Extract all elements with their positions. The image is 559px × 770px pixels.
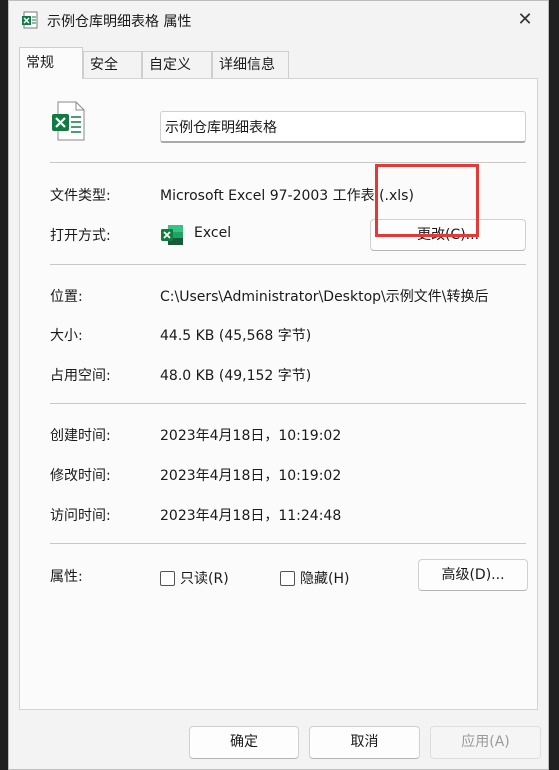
excel-file-icon (52, 101, 85, 141)
location-label: 位置: (50, 289, 83, 305)
close-icon: ✕ (517, 9, 533, 30)
size-on-disk-value: 48.0 KB (49,152 字节) (160, 368, 312, 384)
advanced-button-label: 高级(D)... (441, 567, 505, 583)
readonly-checkbox[interactable]: 只读(R) (160, 568, 229, 588)
open-with-value: Excel (194, 225, 232, 241)
cancel-button-label: 取消 (350, 734, 379, 750)
hidden-checkbox-label: 隐藏(H) (300, 571, 350, 587)
modified-value: 2023年4月18日，10:19:02 (160, 468, 342, 484)
ok-button-label: 确定 (230, 734, 258, 750)
size-value: 44.5 KB (45,568 字节) (160, 328, 312, 344)
modified-label: 修改时间: (50, 468, 111, 484)
excel-file-icon (22, 11, 38, 29)
size-on-disk-label: 占用空间: (50, 368, 111, 384)
file-name-input[interactable] (160, 111, 526, 143)
tab-general[interactable]: 常规 (19, 47, 83, 79)
created-label: 创建时间: (50, 428, 111, 444)
close-button[interactable]: ✕ (510, 7, 540, 33)
tab-details[interactable]: 详细信息 (212, 51, 289, 78)
checkbox-box (280, 570, 295, 586)
location-value: C:\Users\Administrator\Desktop\示例文件\转换后 (160, 289, 489, 305)
separator (50, 264, 526, 265)
tab-general-label: 常规 (26, 55, 54, 71)
tab-custom-label: 自定义 (149, 57, 191, 73)
tab-details-label: 详细信息 (219, 57, 275, 73)
apply-button[interactable]: 应用(A) (430, 726, 541, 759)
excel-app-icon (161, 225, 183, 245)
advanced-button[interactable]: 高级(D)... (418, 559, 528, 591)
readonly-checkbox-label: 只读(R) (180, 571, 229, 587)
accessed-value: 2023年4月18日，11:24:48 (160, 508, 342, 524)
highlight-annotation (375, 164, 479, 237)
size-label: 大小: (50, 328, 83, 344)
title-bar: 示例仓库明细表格 属性 ✕ (9, 1, 548, 39)
checkbox-box (160, 570, 175, 586)
tab-custom[interactable]: 自定义 (142, 51, 212, 78)
separator (50, 162, 526, 163)
attributes-label: 属性: (50, 569, 83, 585)
separator (50, 403, 526, 404)
properties-dialog: 示例仓库明细表格 属性 ✕ 常规 安全 自定义 详细信息 文件类型: Micro… (8, 0, 549, 770)
tab-security[interactable]: 安全 (83, 51, 142, 78)
file-type-label: 文件类型: (50, 188, 111, 204)
window-title: 示例仓库明细表格 属性 (47, 14, 192, 30)
accessed-label: 访问时间: (50, 508, 111, 524)
separator (50, 543, 526, 544)
apply-button-label: 应用(A) (461, 734, 510, 750)
ok-button[interactable]: 确定 (189, 726, 299, 759)
created-value: 2023年4月18日，10:19:02 (160, 428, 342, 444)
open-with-label: 打开方式: (50, 228, 111, 244)
tab-security-label: 安全 (90, 57, 118, 73)
hidden-checkbox[interactable]: 隐藏(H) (280, 568, 349, 588)
cancel-button[interactable]: 取消 (309, 726, 420, 759)
